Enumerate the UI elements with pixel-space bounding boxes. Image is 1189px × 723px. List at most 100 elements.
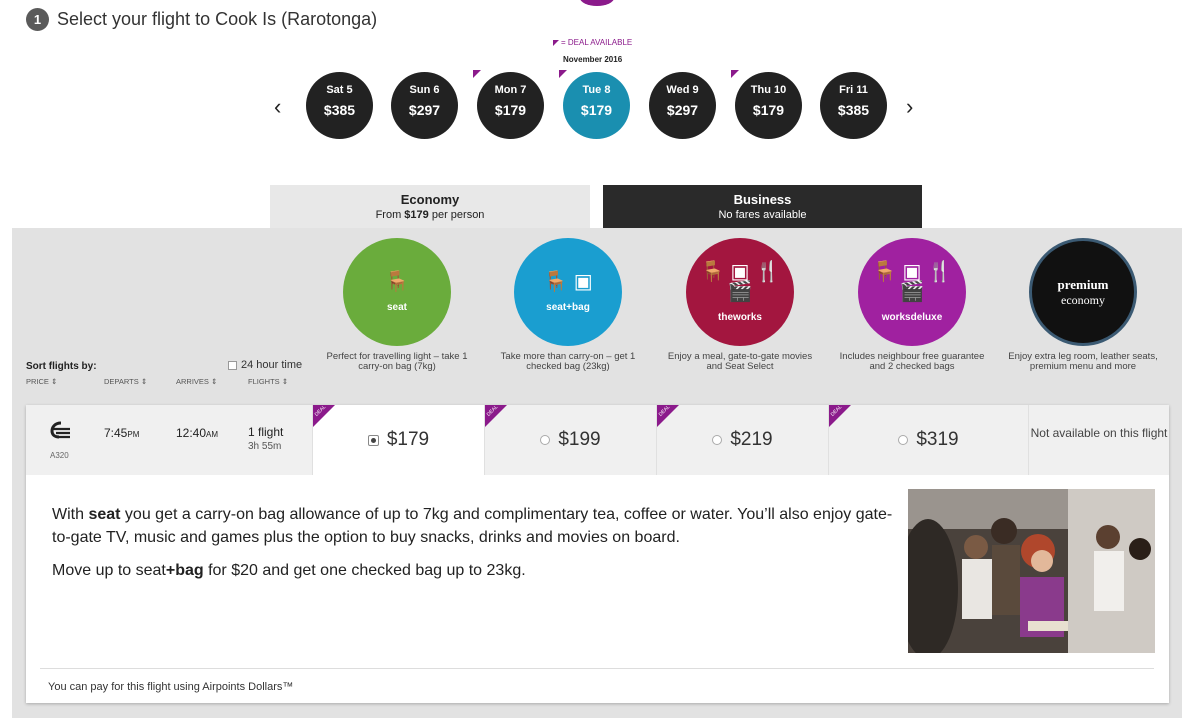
fare-badge-worksdeluxe: 🪑 ▣ 🍴 🎬 worksdeluxe [858, 238, 966, 346]
economy-per-person: per person [428, 209, 485, 221]
aircraft-type: A320 [50, 451, 69, 460]
fare-badge-seat: 🪑 seat [343, 238, 451, 346]
fare-description: Perfect for travelling light – take 1 ca… [326, 351, 468, 372]
date-day: Sun 6 [409, 84, 440, 96]
date-day: Wed 9 [666, 84, 699, 96]
date-strip: ‹ Sat 5 $385 Sun 6 $297 Mon 7 $179 Tue 8… [270, 70, 930, 157]
airline-koru-icon [50, 421, 72, 451]
details-text: you get a carry-on bag allowance of up t… [52, 506, 893, 547]
tab-business[interactable]: Business No fares available [603, 185, 922, 228]
date-option-sat-5[interactable]: Sat 5 $385 [306, 72, 373, 139]
date-option-thu-10[interactable]: Thu 10 $179 [731, 70, 802, 139]
fare-not-available-premium-economy: Not available on this flight [1028, 405, 1169, 475]
details-text: for $20 and get one checked bag up to 23… [203, 562, 526, 580]
hour24-checkbox[interactable] [228, 360, 237, 370]
fare-radio[interactable] [712, 435, 723, 445]
fare-name: theworks [718, 311, 762, 323]
fare-details: With seat you get a carry-on bag allowan… [52, 503, 902, 593]
fare-radio-selected[interactable] [367, 434, 379, 446]
seat-icon: 🪑 [384, 270, 410, 293]
sort-label: Sort flights by: [26, 361, 97, 372]
date-price: $179 [752, 102, 785, 118]
fare-type-seat: 🪑 seat Perfect for travelling light – ta… [317, 238, 477, 372]
step-header: 1 Select your flight to Cook Is (Raroton… [26, 8, 377, 31]
date-price: $179 [580, 102, 613, 118]
cabin-tabs: Economy From $179 per person Business No… [270, 185, 922, 228]
fare-radio[interactable] [898, 435, 909, 445]
date-price: $385 [323, 102, 356, 118]
hour24-label: 24 hour time [241, 359, 303, 371]
economy-from-price: $179 [404, 209, 429, 221]
date-day: Mon 7 [494, 84, 527, 96]
fare-description: Includes neighbour free guarantee and 2 … [839, 351, 985, 372]
date-price: $385 [837, 102, 870, 118]
fare-name: seat+bag [546, 301, 590, 313]
flight-info: A320 7:45PM 12:40AM 1 flight 3h 55m [26, 405, 312, 475]
fare-type-seat-bag: 🪑 ▣ seat+bag Take more than carry-on – g… [488, 238, 648, 372]
deal-flag-icon [731, 70, 739, 78]
fare-price-seat[interactable]: DEAL $179 [312, 404, 484, 475]
tab-economy[interactable]: Economy From $179 per person [270, 185, 590, 228]
fare-name: worksdeluxe [881, 311, 943, 323]
date-day: Sat 5 [326, 84, 353, 96]
fare-price-seat-bag[interactable]: DEAL $199 [484, 404, 656, 475]
seat-bag-icon: 🪑 ▣ [543, 270, 593, 293]
fare-price-worksdeluxe[interactable]: DEAL $319 [828, 404, 1028, 475]
fare-price: $199 [558, 429, 601, 450]
fare-description: Enjoy a meal, gate-to-gate movies and Se… [667, 351, 813, 372]
deal-flag-icon [559, 70, 567, 78]
deal-flag-icon [553, 39, 559, 46]
details-text: Move up to seat [52, 562, 166, 580]
fare-price: $319 [916, 429, 959, 450]
cabin-passengers-photo [908, 489, 1155, 653]
seats-bag-meal-movie-icon: 🪑 ▣ 🍴 🎬 [872, 260, 952, 303]
hour24-toggle[interactable]: 24 hour time [228, 359, 302, 371]
date-option-tue-8[interactable]: Tue 8 $179 [559, 70, 630, 139]
seat-bag-meal-movie-icon: 🪑 ▣ 🍴 🎬 [700, 260, 780, 303]
flight-row: A320 7:45PM 12:40AM 1 flight 3h 55m DEAL… [26, 404, 1169, 475]
flight-duration: 3h 55m [248, 441, 282, 452]
date-option-mon-7[interactable]: Mon 7 $179 [473, 70, 544, 139]
next-dates-arrow-icon[interactable]: › [906, 94, 913, 120]
tab-economy-title: Economy [400, 192, 460, 207]
fare-description: Take more than carry-on – get 1 checked … [500, 351, 636, 372]
arrival-ampm: AM [206, 430, 219, 439]
date-option-sun-6[interactable]: Sun 6 $297 [391, 72, 458, 139]
flight-card: A320 7:45PM 12:40AM 1 flight 3h 55m DEAL… [26, 404, 1169, 703]
departure-time: 7:45PM [104, 426, 139, 440]
month-label: November 2016 [563, 55, 623, 64]
arrival-time: 12:40AM [176, 426, 218, 440]
step-number: 1 [26, 8, 49, 31]
economy-from-label: From [375, 209, 405, 221]
date-day: Thu 10 [750, 84, 787, 96]
sort-by-departs[interactable]: DEPARTS ⇕ [104, 377, 147, 386]
sort-by-arrives[interactable]: ARRIVES ⇕ [176, 377, 217, 386]
details-bold: seat [88, 506, 121, 523]
date-price: $179 [494, 102, 527, 118]
flight-count: 1 flight [248, 425, 284, 439]
airpoints-note: You can pay for this flight using Airpoi… [48, 681, 294, 693]
arrival-time-value: 12:40 [176, 426, 207, 440]
fare-radio[interactable] [540, 435, 551, 445]
date-day: Tue 8 [582, 84, 611, 96]
fare-name-line2: economy [1061, 292, 1105, 307]
fare-type-worksdeluxe: 🪑 ▣ 🍴 🎬 worksdeluxe Includes neighbour f… [832, 238, 992, 372]
deal-legend-text: = DEAL AVAILABLE [561, 38, 633, 47]
fare-type-theworks: 🪑 ▣ 🍴 🎬 theworks Enjoy a meal, gate-to-g… [660, 238, 820, 372]
date-option-wed-9[interactable]: Wed 9 $297 [649, 72, 716, 139]
tab-business-title: Business [733, 192, 792, 207]
deal-flag-icon [473, 70, 481, 78]
fare-price: $179 [386, 429, 430, 450]
fare-price-theworks[interactable]: DEAL $219 [656, 404, 828, 475]
deal-legend: = DEAL AVAILABLE [553, 38, 632, 47]
prev-dates-arrow-icon[interactable]: ‹ [274, 94, 281, 120]
date-option-fri-11[interactable]: Fri 11 $385 [820, 72, 887, 139]
fare-badge-seat-bag: 🪑 ▣ seat+bag [514, 238, 622, 346]
fare-price: $219 [730, 429, 773, 450]
sort-by-flights[interactable]: FLIGHTS ⇕ [248, 377, 288, 386]
fare-type-premium-economy: premium economy Enjoy extra leg room, le… [1003, 238, 1163, 372]
tab-business-subtitle: No fares available [718, 209, 807, 221]
details-text: With [52, 506, 89, 523]
page-title: Select your flight to Cook Is (Rarotonga… [57, 9, 378, 29]
sort-by-price[interactable]: PRICE ⇕ [26, 377, 57, 386]
